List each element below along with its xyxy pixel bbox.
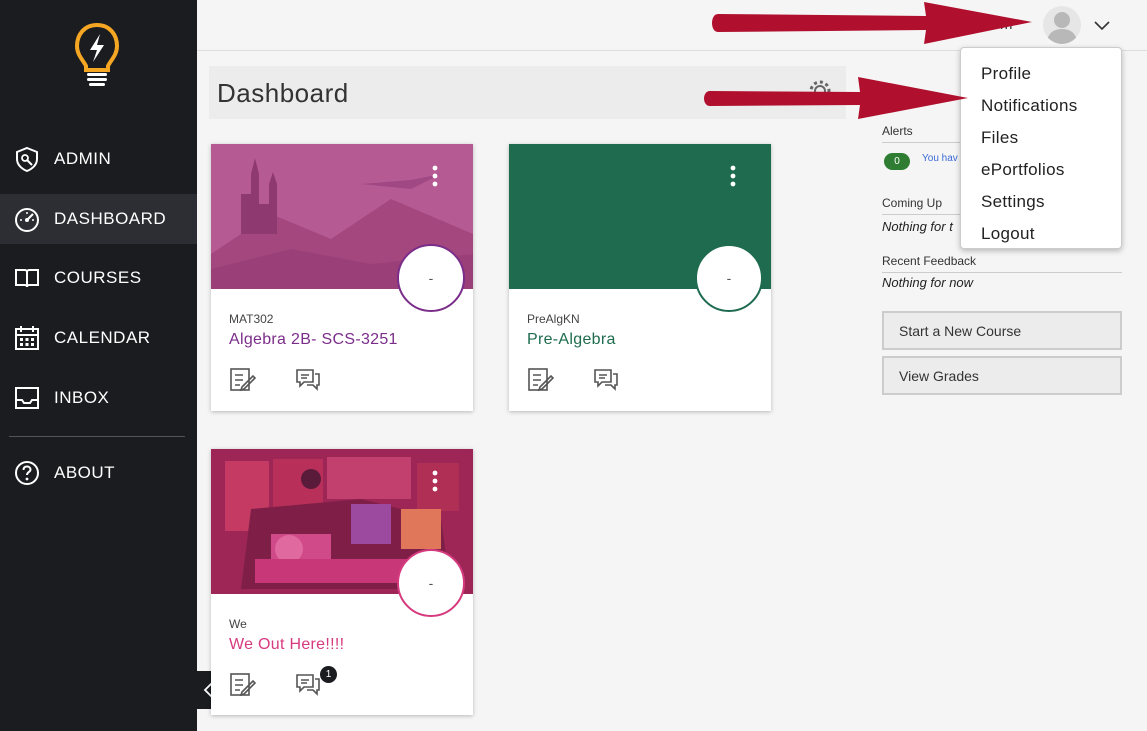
calendar-icon	[13, 324, 41, 352]
assignments-icon[interactable]	[229, 670, 257, 698]
grade-circle: -	[695, 244, 763, 312]
annotation-arrow-icon	[712, 2, 1032, 44]
dashboard-icon	[13, 205, 41, 233]
course-code: We	[229, 617, 247, 631]
chevron-down-icon	[1094, 21, 1110, 31]
recent-feedback-label: Recent Feedback	[882, 254, 977, 268]
menu-item-files[interactable]: Files	[961, 122, 1121, 154]
menu-item-settings[interactable]: Settings	[961, 186, 1121, 218]
sidebar-item-calendar[interactable]: CALENDAR	[0, 313, 197, 363]
start-new-course-button[interactable]: Start a New Course	[882, 311, 1122, 350]
card-options-icon[interactable]	[431, 469, 439, 497]
user-menu-toggle[interactable]	[1092, 15, 1112, 35]
sidebar-item-label: COURSES	[54, 268, 142, 287]
avatar[interactable]	[1043, 6, 1081, 44]
sidebar-item-admin[interactable]: ADMIN	[0, 134, 197, 184]
menu-item-logout[interactable]: Logout	[961, 218, 1121, 250]
grade-circle: -	[397, 244, 465, 312]
course-code: PreAlgKN	[527, 312, 580, 326]
discussions-icon[interactable]	[592, 365, 620, 393]
sidebar: ADMIN DASHBOARD COURSES CALENDAR INBOX A…	[0, 0, 197, 731]
sidebar-divider	[9, 436, 185, 437]
question-circle-icon	[13, 459, 41, 487]
sidebar-item-label: DASHBOARD	[54, 209, 167, 228]
course-title[interactable]: We Out Here!!!!	[229, 636, 344, 654]
discussion-count-badge: 1	[320, 666, 337, 683]
logo-lightbulb-icon[interactable]	[74, 22, 120, 90]
discussions-icon[interactable]	[294, 670, 322, 698]
sidebar-item-inbox[interactable]: INBOX	[0, 373, 197, 423]
menu-item-notifications[interactable]: Notifications	[961, 90, 1121, 122]
assignments-icon[interactable]	[229, 365, 257, 393]
sidebar-item-dashboard[interactable]: DASHBOARD	[0, 194, 197, 244]
book-icon	[13, 264, 41, 292]
course-card[interactable]: - PreAlgKN Pre-Algebra	[509, 144, 771, 411]
course-card[interactable]: - MAT302 Algebra 2B- SCS-3251	[211, 144, 473, 411]
menu-item-profile[interactable]: Profile	[961, 58, 1121, 90]
discussions-icon[interactable]	[294, 365, 322, 393]
card-options-icon[interactable]	[431, 164, 439, 192]
course-code: MAT302	[229, 312, 274, 326]
course-title[interactable]: Algebra 2B- SCS-3251	[229, 331, 398, 349]
assignments-icon[interactable]	[527, 365, 555, 393]
menu-item-eportfolios[interactable]: ePortfolios	[961, 154, 1121, 186]
page-title: Dashboard	[217, 78, 349, 108]
user-avatar-icon	[1047, 12, 1077, 44]
course-title[interactable]: Pre-Algebra	[527, 331, 616, 349]
sidebar-item-label: ADMIN	[54, 149, 112, 168]
coming-up-text: Nothing for t	[882, 219, 953, 234]
user-dropdown-menu: Profile Notifications Files ePortfolios …	[960, 47, 1122, 249]
inbox-icon	[13, 384, 41, 412]
grade-circle: -	[397, 549, 465, 617]
sidebar-item-label: ABOUT	[54, 463, 116, 482]
annotation-arrow-icon	[704, 77, 968, 119]
card-options-icon[interactable]	[729, 164, 737, 192]
sidebar-item-label: INBOX	[54, 388, 110, 407]
sidebar-item-label: CALENDAR	[54, 328, 151, 347]
alerts-label: Alerts	[882, 124, 913, 138]
view-grades-button[interactable]: View Grades	[882, 356, 1122, 395]
section-divider	[882, 272, 1122, 273]
alerts-count-badge: 0	[884, 153, 910, 170]
sidebar-item-about[interactable]: ABOUT	[0, 448, 197, 498]
recent-feedback-text: Nothing for now	[882, 275, 974, 290]
alerts-link[interactable]: You hav	[922, 153, 958, 164]
course-card[interactable]: - We We Out Here!!!! 1	[211, 449, 473, 715]
sidebar-item-courses[interactable]: COURSES	[0, 253, 197, 303]
admin-icon	[13, 145, 41, 173]
coming-up-label: Coming Up	[882, 196, 943, 210]
